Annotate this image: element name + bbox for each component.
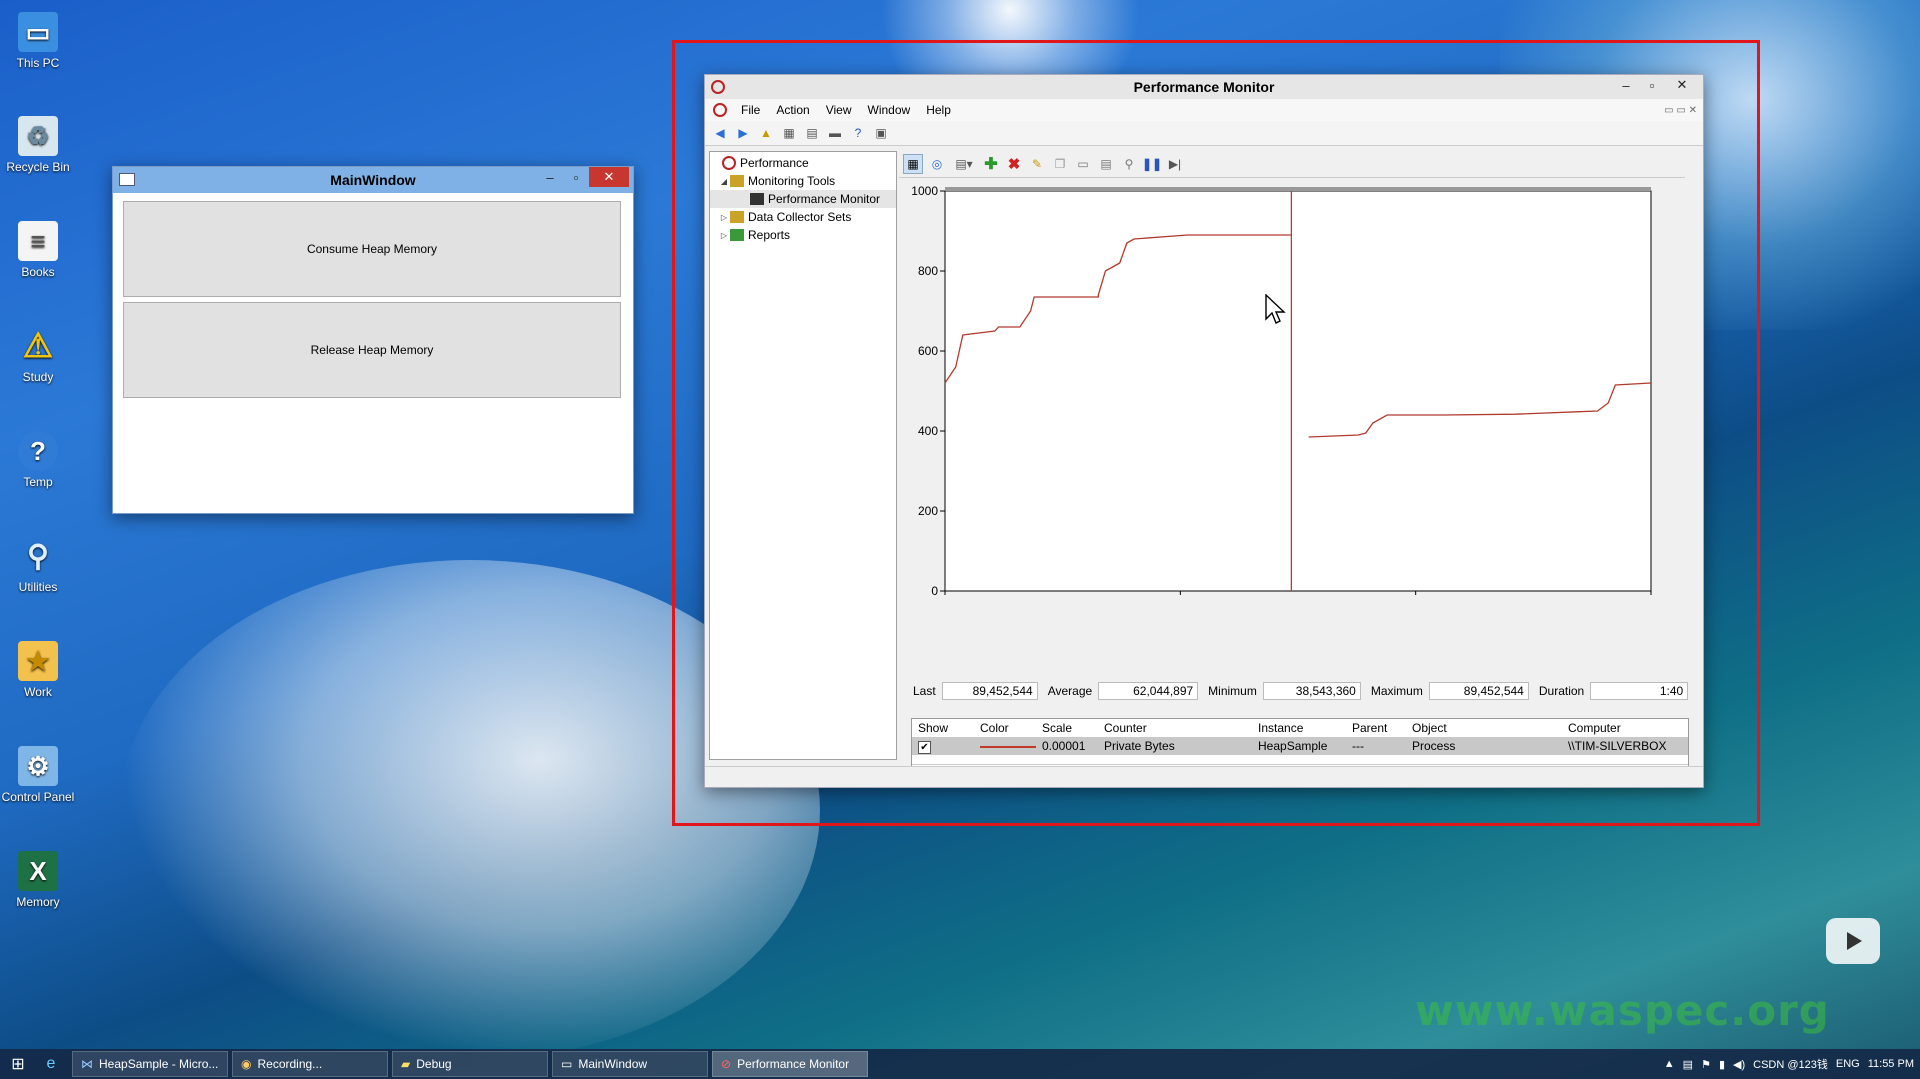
consume-heap-memory-button[interactable]: Consume Heap Memory	[123, 201, 621, 297]
taskbar-item-label: Performance Monitor	[737, 1057, 850, 1071]
desktop-icon-label: Temp	[23, 475, 53, 489]
recording-icon: ◉	[241, 1057, 252, 1071]
taskbar-item-label: Debug	[416, 1057, 452, 1071]
start-button[interactable]: ⊞	[0, 1049, 36, 1079]
folder-icon: ▰	[401, 1057, 411, 1071]
tray-clock[interactable]: 11:55 PM	[1868, 1058, 1914, 1070]
watermark-text: www.waspec.org	[1415, 986, 1830, 1035]
taskbar-item-debug[interactable]: ▰ Debug	[392, 1051, 548, 1077]
desktop-icon-label: Recycle Bin	[6, 160, 70, 174]
taskbar-item-label: Recording...	[257, 1057, 323, 1071]
warning-icon: ⚠	[22, 327, 54, 365]
window-icon: ▭	[561, 1057, 573, 1071]
desktop-icon-memory[interactable]: X Memory	[0, 845, 76, 909]
tray-signal-icon[interactable]: ▮	[1719, 1058, 1725, 1071]
desktop-icon-label: Memory	[16, 895, 60, 909]
perfmon-icon: ⊘	[721, 1057, 732, 1071]
tray-csdn-text: CSDN @123钱	[1753, 1059, 1828, 1071]
minimize-icon: –	[546, 169, 554, 185]
desktop-icon-label: Study	[22, 370, 54, 384]
main-window-content: Consume Heap Memory Release Heap Memory	[113, 193, 633, 513]
internet-explorer-icon[interactable]: e	[36, 1049, 66, 1079]
desktop-icon-label: This PC	[16, 56, 60, 70]
desktop-icon-recycle-bin[interactable]: ♻ Recycle Bin	[0, 110, 76, 174]
tray-volume-icon[interactable]: ◀)	[1733, 1058, 1745, 1071]
star-folder-icon: ★	[18, 641, 58, 681]
video-play-icon[interactable]	[1826, 918, 1880, 964]
system-tray: ▲ ▤ ⚑ ▮ ◀) CSDN @123钱 ENG 11:55 PM	[1656, 1049, 1914, 1079]
tray-flag-icon[interactable]: ⚑	[1701, 1058, 1711, 1071]
notepad-icon: ≡	[18, 221, 58, 261]
recycle-bin-icon: ♻	[18, 116, 58, 156]
release-heap-memory-button[interactable]: Release Heap Memory	[123, 302, 621, 398]
minimize-button[interactable]: –	[537, 167, 563, 187]
taskbar-item-mainwindow[interactable]: ▭ MainWindow	[552, 1051, 708, 1077]
visual-studio-icon: ⋈	[81, 1057, 93, 1071]
main-window-titlebar[interactable]: MainWindow – ▫ ✕	[113, 167, 633, 193]
taskbar: ⊞ e ⋈ HeapSample - Micro... ◉ Recording.…	[0, 1049, 1920, 1079]
desktop-icon-utilities[interactable]: ⚲ Utilities	[0, 530, 76, 595]
search-icon: ⚲	[27, 539, 49, 573]
tray-chevron-icon[interactable]: ▲	[1664, 1058, 1675, 1070]
main-window: MainWindow – ▫ ✕ Consume Heap Memory Rel…	[112, 166, 634, 514]
desktop-icon-books[interactable]: ≡ Books	[0, 215, 76, 279]
excel-icon: X	[18, 851, 58, 891]
close-button[interactable]: ✕	[589, 167, 629, 187]
computer-icon: ▭	[18, 12, 58, 52]
taskbar-item-label: MainWindow	[578, 1057, 648, 1071]
desktop-icon-control-panel[interactable]: ⚙ Control Panel	[0, 740, 76, 804]
desktop-icon-label: Control Panel	[1, 790, 75, 804]
desktop-icon-work[interactable]: ★ Work	[0, 635, 76, 699]
desktop-icon-this-pc[interactable]: ▭ This PC	[0, 6, 76, 70]
help-icon: ?	[18, 431, 58, 471]
desktop-icon-label: Utilities	[18, 580, 58, 594]
taskbar-item-heapsample[interactable]: ⋈ HeapSample - Micro...	[72, 1051, 228, 1077]
maximize-button[interactable]: ▫	[563, 167, 589, 187]
tray-network-icon[interactable]: ▤	[1683, 1058, 1693, 1071]
desktop-icon-label: Work	[24, 685, 52, 699]
control-panel-icon: ⚙	[18, 746, 58, 786]
mouse-cursor-icon	[1265, 294, 1286, 324]
taskbar-item-label: HeapSample - Micro...	[99, 1057, 219, 1071]
taskbar-item-performance-monitor[interactable]: ⊘ Performance Monitor	[712, 1051, 868, 1077]
desktop-icon-temp[interactable]: ? Temp	[0, 425, 76, 489]
desktop-icon-label: Books	[21, 265, 55, 279]
tray-language[interactable]: ENG	[1836, 1058, 1860, 1070]
windows-icon: ⊞	[11, 1056, 25, 1073]
highlight-rectangle	[672, 40, 1760, 826]
close-icon: ✕	[603, 169, 615, 184]
maximize-icon: ▫	[573, 169, 579, 185]
taskbar-item-recording[interactable]: ◉ Recording...	[232, 1051, 388, 1077]
desktop-icon-study[interactable]: ⚠ Study	[0, 320, 76, 384]
